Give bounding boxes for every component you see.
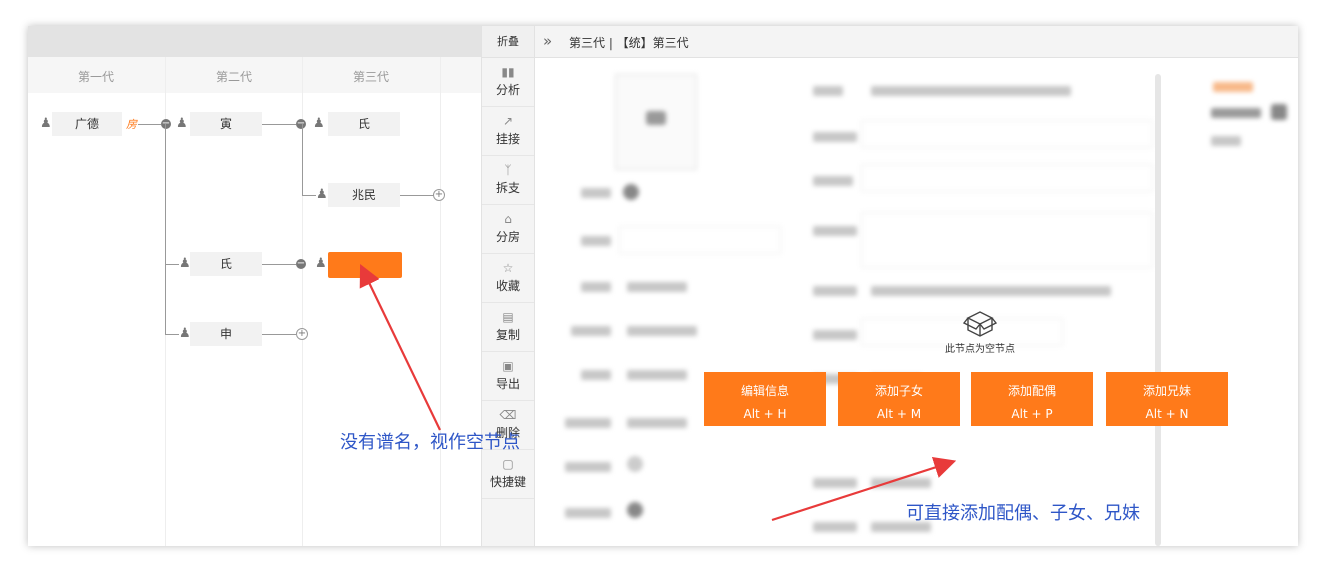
arrow-to-empty-node [359, 264, 441, 431]
arrow-to-action-buttons [771, 456, 957, 522]
annotation-arrows [359, 264, 957, 522]
